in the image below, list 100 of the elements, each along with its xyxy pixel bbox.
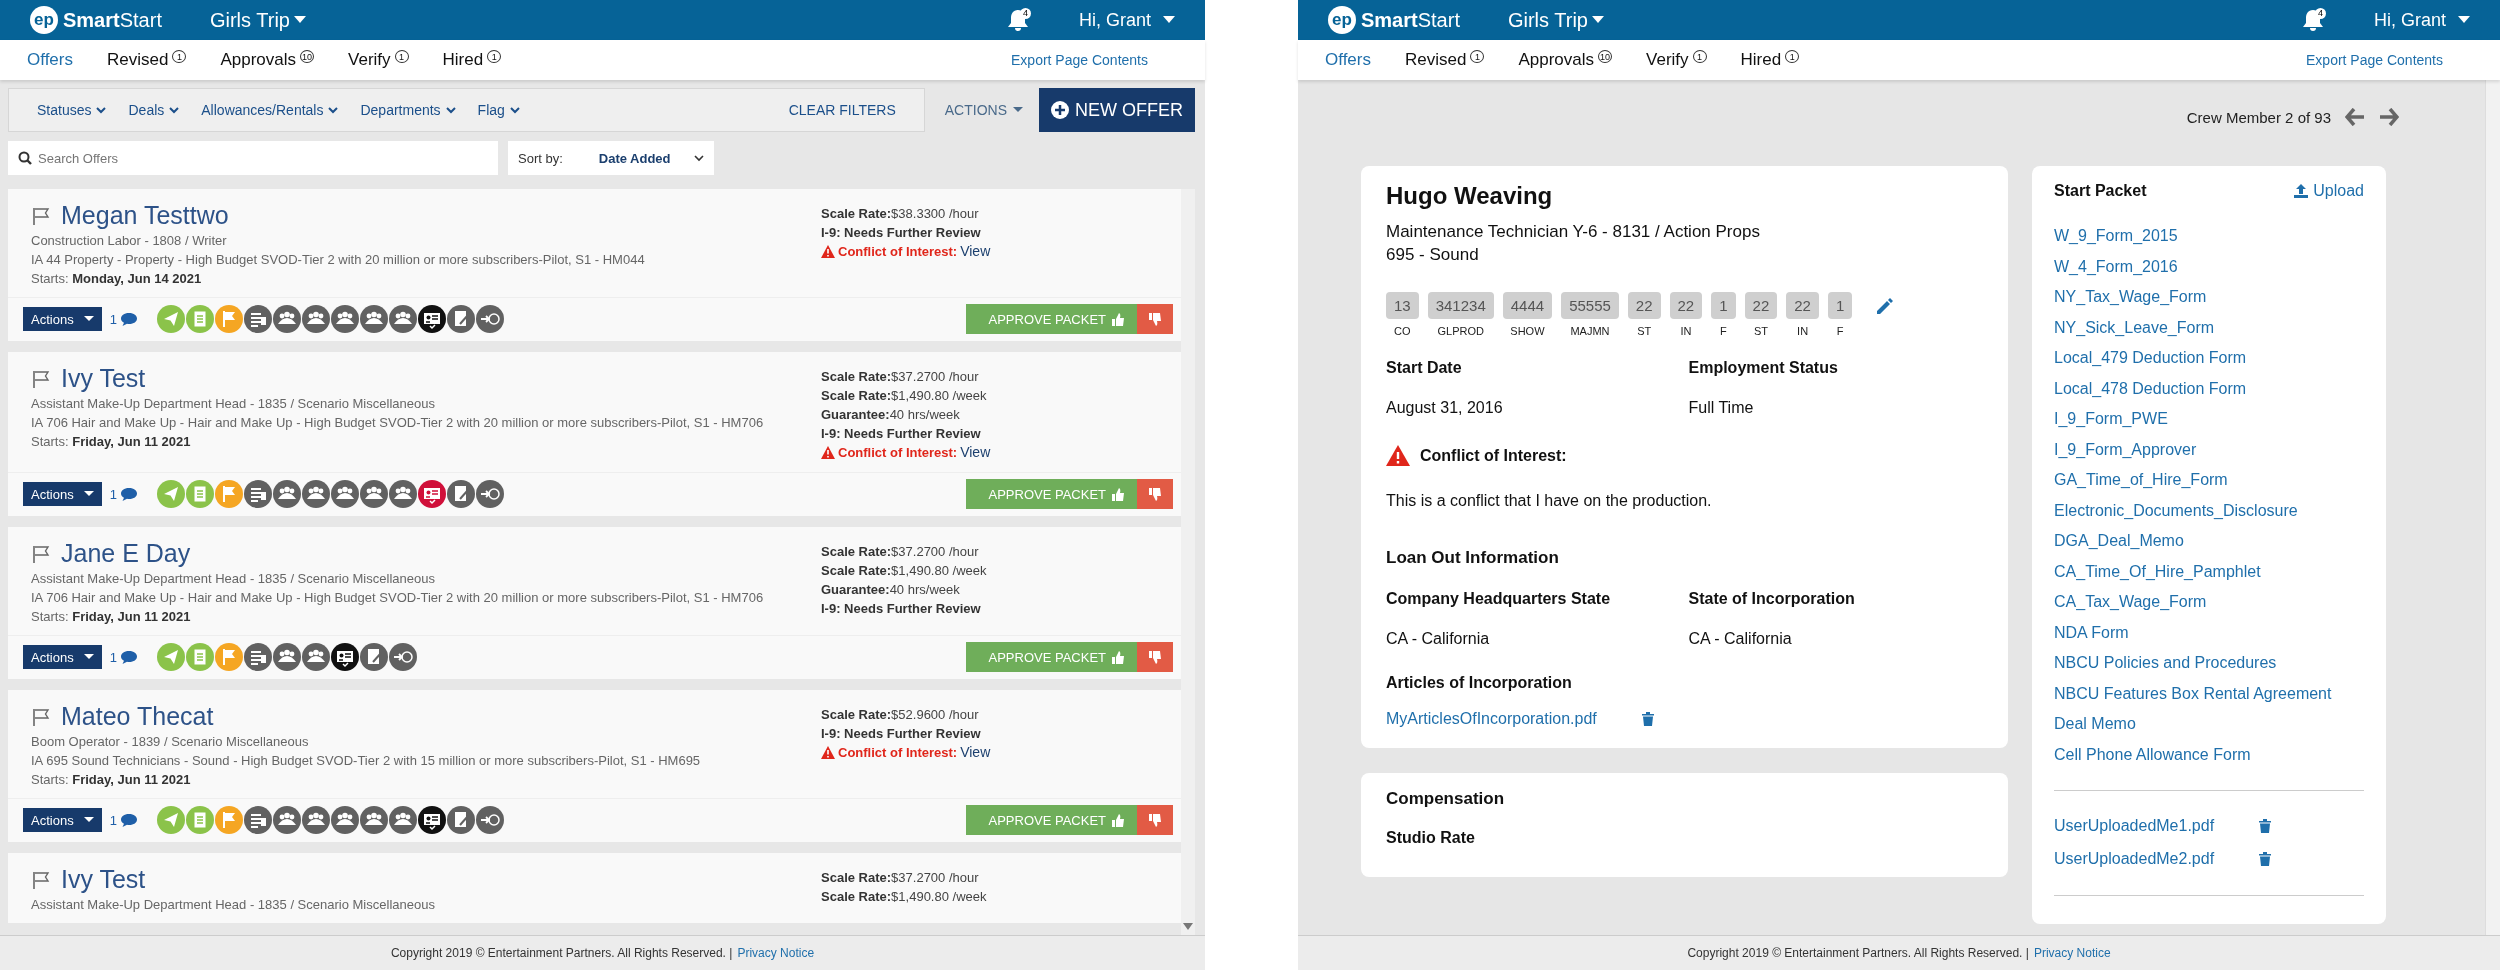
- new-offer-button[interactable]: NEW OFFER: [1039, 88, 1195, 132]
- filter-dropdown[interactable]: Deals: [128, 102, 180, 118]
- filter-dropdown[interactable]: Statuses: [37, 102, 107, 118]
- scroll-down-icon[interactable]: [1183, 923, 1193, 931]
- form-link[interactable]: NBCU Policies and Procedures: [2054, 648, 2364, 679]
- group-icon[interactable]: [359, 305, 388, 333]
- reject-button[interactable]: [1137, 479, 1173, 509]
- group-icon[interactable]: [301, 806, 330, 834]
- nav-tab[interactable]: Offers: [27, 50, 73, 70]
- form-link[interactable]: I_9_Form_PWE: [2054, 404, 2364, 435]
- reject-button[interactable]: [1137, 304, 1173, 334]
- arrow-left-icon[interactable]: [2345, 108, 2365, 126]
- nav-tab[interactable]: Offers: [1325, 50, 1371, 70]
- form-link[interactable]: W_4_Form_2016: [2054, 251, 2364, 282]
- view-link[interactable]: View: [960, 443, 991, 462]
- group-icon[interactable]: [272, 643, 301, 671]
- form-link[interactable]: Local_479 Deduction Form: [2054, 343, 2364, 374]
- reject-button[interactable]: [1137, 642, 1173, 672]
- form-link[interactable]: Local_478 Deduction Form: [2054, 373, 2364, 404]
- comment-icon[interactable]: [119, 812, 138, 828]
- group-icon[interactable]: [359, 480, 388, 508]
- form-link[interactable]: NBCU Features Box Rental Agreement: [2054, 678, 2364, 709]
- group-icon[interactable]: [388, 305, 417, 333]
- upload-button[interactable]: Upload: [2294, 182, 2364, 200]
- flag-icon[interactable]: [31, 368, 51, 389]
- comment-icon[interactable]: [119, 486, 138, 502]
- form-link[interactable]: DGA_Deal_Memo: [2054, 526, 2364, 557]
- actions-button[interactable]: Actions: [23, 307, 102, 331]
- list-icon[interactable]: [243, 806, 272, 834]
- nav-tab[interactable]: Verify 1: [1646, 50, 1707, 70]
- nav-tab[interactable]: Revised 1: [107, 50, 187, 70]
- export-link[interactable]: Export Page Contents: [1011, 52, 1148, 68]
- user-menu[interactable]: Hi, Grant: [2373, 9, 2470, 31]
- trash-icon[interactable]: [1641, 712, 1654, 726]
- offer-name[interactable]: Ivy Test: [61, 865, 146, 894]
- nav-tab[interactable]: Hired 1: [442, 50, 502, 70]
- group-icon[interactable]: [272, 305, 301, 333]
- group-icon[interactable]: [388, 806, 417, 834]
- logo[interactable]: ep SmartStart: [30, 6, 162, 34]
- scrollbar[interactable]: [2485, 80, 2500, 935]
- form-link[interactable]: Cell Phone Allowance Form: [2054, 739, 2364, 770]
- user-menu[interactable]: Hi, Grant: [1078, 9, 1175, 31]
- form-link[interactable]: Electronic_Documents_Disclosure: [2054, 495, 2364, 526]
- logo[interactable]: ep SmartStart: [1328, 6, 1460, 34]
- scrollbar[interactable]: [1181, 189, 1195, 935]
- edit-icon[interactable]: [446, 305, 475, 333]
- edit-icon[interactable]: [446, 806, 475, 834]
- file-link[interactable]: UserUploadedMe2.pdf: [2054, 842, 2215, 875]
- group-icon[interactable]: [301, 480, 330, 508]
- flag-icon[interactable]: [31, 543, 51, 564]
- sort-dropdown[interactable]: Sort by: Date Added: [508, 141, 714, 175]
- offer-name[interactable]: Jane E Day: [61, 539, 191, 568]
- id-card-icon[interactable]: [417, 305, 446, 333]
- search-field[interactable]: Search Offers: [8, 141, 498, 175]
- form-link[interactable]: W_9_Form_2015: [2054, 221, 2364, 252]
- filter-dropdown[interactable]: Flag: [477, 102, 520, 118]
- project-dropdown[interactable]: Girls Trip: [209, 8, 306, 32]
- list-icon[interactable]: [243, 643, 272, 671]
- list-icon[interactable]: [243, 480, 272, 508]
- clear-filters-button[interactable]: CLEAR FILTERS: [788, 102, 896, 118]
- actions-button[interactable]: Actions: [23, 482, 102, 506]
- group-icon[interactable]: [388, 480, 417, 508]
- form-link[interactable]: GA_Time_of_Hire_Form: [2054, 465, 2364, 496]
- group-icon[interactable]: [330, 806, 359, 834]
- trash-icon[interactable]: [2259, 851, 2272, 866]
- filter-dropdown[interactable]: Allowances/Rentals: [201, 102, 339, 118]
- list-icon[interactable]: [243, 305, 272, 333]
- nav-tab[interactable]: Revised 1: [1405, 50, 1485, 70]
- form-link[interactable]: NDA Form: [2054, 617, 2364, 648]
- flag-icon[interactable]: [31, 869, 51, 890]
- comment-icon[interactable]: [119, 311, 138, 327]
- form-link[interactable]: Deal Memo: [2054, 709, 2364, 740]
- id-card-icon[interactable]: [417, 806, 446, 834]
- group-icon[interactable]: [272, 480, 301, 508]
- nav-tab[interactable]: Verify 1: [348, 50, 409, 70]
- reject-button[interactable]: [1137, 805, 1173, 835]
- trash-icon[interactable]: [2259, 818, 2272, 833]
- flag-icon[interactable]: [31, 205, 51, 226]
- edit-icon[interactable]: [446, 480, 475, 508]
- view-link[interactable]: View: [960, 242, 991, 261]
- pencil-icon[interactable]: [1875, 298, 1894, 316]
- view-link[interactable]: View: [960, 743, 991, 762]
- offer-name[interactable]: Megan Testtwo: [61, 201, 229, 230]
- form-link[interactable]: NY_Sick_Leave_Form: [2054, 312, 2364, 343]
- privacy-link[interactable]: Privacy Notice: [2033, 946, 2111, 960]
- group-icon[interactable]: [359, 806, 388, 834]
- form-link[interactable]: CA_Tax_Wage_Form: [2054, 587, 2364, 618]
- arrow-right-icon[interactable]: [2379, 108, 2399, 126]
- form-link[interactable]: NY_Tax_Wage_Form: [2054, 282, 2364, 313]
- group-icon[interactable]: [272, 806, 301, 834]
- id-card-icon[interactable]: [330, 643, 359, 671]
- privacy-link[interactable]: Privacy Notice: [737, 946, 815, 960]
- form-link[interactable]: CA_Time_Of_Hire_Pamphlet: [2054, 556, 2364, 587]
- group-icon[interactable]: [330, 305, 359, 333]
- export-link[interactable]: Export Page Contents: [2306, 52, 2443, 68]
- group-icon[interactable]: [330, 480, 359, 508]
- flag-icon[interactable]: [31, 706, 51, 727]
- project-dropdown[interactable]: Girls Trip: [1507, 8, 1604, 32]
- comment-icon[interactable]: [119, 649, 138, 665]
- offer-name[interactable]: Ivy Test: [61, 364, 146, 393]
